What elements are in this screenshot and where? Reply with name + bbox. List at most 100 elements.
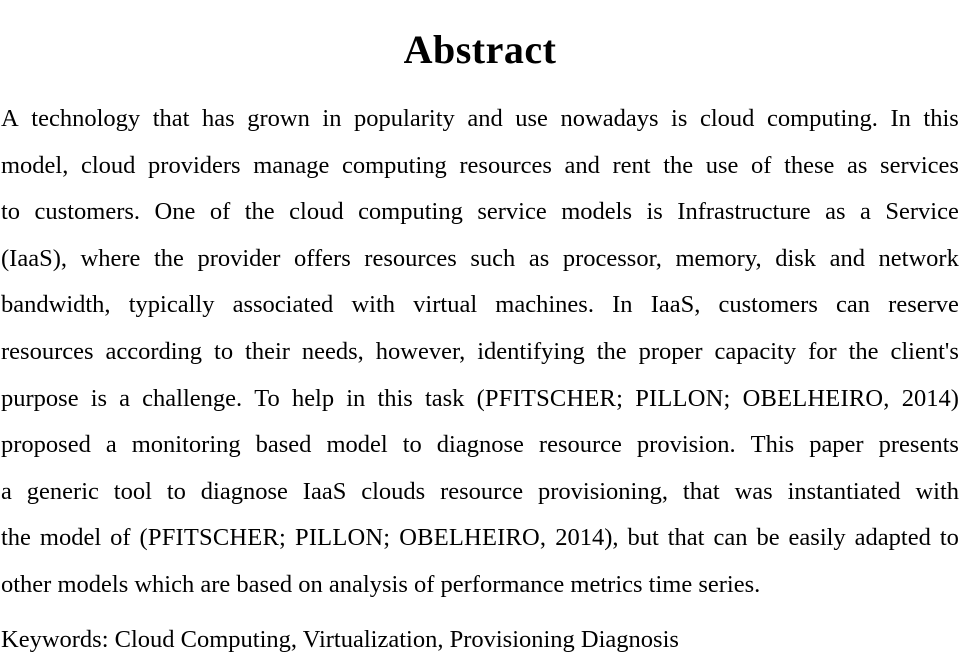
- word: provider: [197, 244, 281, 272]
- word: rent: [612, 151, 651, 179]
- citation-token: OBELHEIRO,: [399, 524, 547, 552]
- word: cloud: [80, 151, 136, 179]
- word: A: [1, 105, 19, 132]
- word: To: [254, 384, 280, 412]
- word: the: [244, 198, 275, 226]
- word: models: [561, 198, 632, 226]
- word: purpose: [1, 384, 79, 412]
- word: resource: [538, 431, 622, 459]
- word: client's: [890, 337, 959, 365]
- word: where: [80, 244, 141, 272]
- word: that: [682, 477, 720, 505]
- word: according: [105, 337, 203, 365]
- word: Infrastructure: [677, 198, 811, 226]
- word: that: [152, 105, 190, 132]
- citation-token: PILLON;: [635, 384, 731, 412]
- word: computing: [358, 198, 463, 226]
- word: this: [923, 105, 959, 132]
- word: generic: [26, 477, 99, 505]
- text-line: a generic tool to diagnose IaaS clouds resource…: [1, 469, 959, 516]
- word: a: [1, 477, 12, 505]
- word: model: [39, 524, 102, 552]
- word: capacity: [714, 337, 797, 365]
- word: typically: [128, 291, 215, 319]
- word: proper: [638, 337, 703, 365]
- word: Service: [885, 198, 959, 226]
- word: adapted: [854, 524, 931, 552]
- word: a: [105, 431, 117, 459]
- word: tool: [113, 477, 152, 505]
- word: computing.: [766, 105, 878, 132]
- text-line: to customers. One of the cloud computing servic…: [1, 189, 959, 236]
- word: clouds: [361, 477, 426, 505]
- word: memory,: [675, 244, 762, 272]
- word: can: [836, 291, 871, 319]
- word: computing: [341, 151, 447, 179]
- text-line: resources according to their needs, however, i…: [1, 329, 959, 376]
- word: providers: [148, 151, 241, 179]
- word: and: [564, 151, 600, 179]
- word: to: [166, 477, 186, 505]
- word: manage: [253, 151, 330, 179]
- word: as: [847, 151, 868, 179]
- text-line: model, cloud providers manage computing resou…: [1, 143, 959, 190]
- word: network: [878, 244, 959, 272]
- word: monitoring: [131, 431, 241, 459]
- word: with: [915, 477, 959, 505]
- word: cloud: [699, 105, 755, 132]
- word: help: [291, 384, 335, 412]
- word: the: [848, 337, 879, 365]
- word: to: [402, 431, 422, 459]
- text-line: Atechnology that has grown in popularity and us…: [1, 96, 959, 143]
- word: the: [1, 524, 31, 552]
- word: popularity: [354, 105, 455, 132]
- word: disk: [775, 244, 817, 272]
- citation-token: OBELHEIRO,: [742, 384, 890, 412]
- word: In: [612, 291, 633, 319]
- word: customers: [718, 291, 818, 319]
- word: machines.: [495, 291, 594, 319]
- word: the: [153, 244, 184, 272]
- word: grown: [247, 105, 310, 132]
- citation-token: (PFITSCHER;: [476, 384, 624, 412]
- word: of: [209, 198, 231, 226]
- word: the: [663, 151, 694, 179]
- word: that: [667, 524, 705, 552]
- word: for: [808, 337, 837, 365]
- word: to: [214, 337, 234, 365]
- text-line: the model of (PFITSCHER; PILLON; OBELHEIRO, 20…: [1, 515, 959, 562]
- word: 2014),: [555, 524, 619, 552]
- word: a: [119, 384, 131, 412]
- word: services: [880, 151, 959, 179]
- text-line: other models which are based on analysis…: [1, 562, 959, 609]
- citation-token: (PFITSCHER;: [139, 524, 287, 552]
- word: diagnose: [200, 477, 288, 505]
- word: associated: [232, 291, 334, 319]
- word: resources: [459, 151, 552, 179]
- word: be: [756, 524, 780, 552]
- word: resource: [440, 477, 524, 505]
- word: is: [671, 105, 688, 132]
- text-line: purpose is a challenge. To help in this task (PFI…: [1, 376, 959, 423]
- word: provision.: [636, 431, 736, 459]
- text-line: (IaaS), where the provider offers resources su…: [1, 236, 959, 283]
- word: is: [646, 198, 663, 226]
- word: to: [939, 524, 959, 552]
- word: of: [110, 524, 131, 552]
- word: to: [1, 198, 21, 226]
- text-line: proposed a monitoring based model to diagnose r…: [1, 422, 959, 469]
- page-title: Abstract: [403, 26, 557, 72]
- word: easily: [788, 524, 846, 552]
- keywords-line: Keywords: Cloud Computing, Virtualizatio…: [1, 626, 679, 653]
- word: such: [470, 244, 516, 272]
- abstract-paragraph: Atechnology that has grown in popularity and us…: [1, 96, 959, 609]
- word: this: [377, 384, 413, 412]
- citation-token: PILLON;: [295, 524, 391, 552]
- word: a: [860, 198, 871, 226]
- word: use: [705, 151, 739, 179]
- word: processor,: [562, 244, 662, 272]
- word: (IaaS),: [1, 244, 67, 272]
- word: offers: [294, 244, 351, 272]
- word: virtual: [413, 291, 478, 319]
- word: the: [596, 337, 627, 365]
